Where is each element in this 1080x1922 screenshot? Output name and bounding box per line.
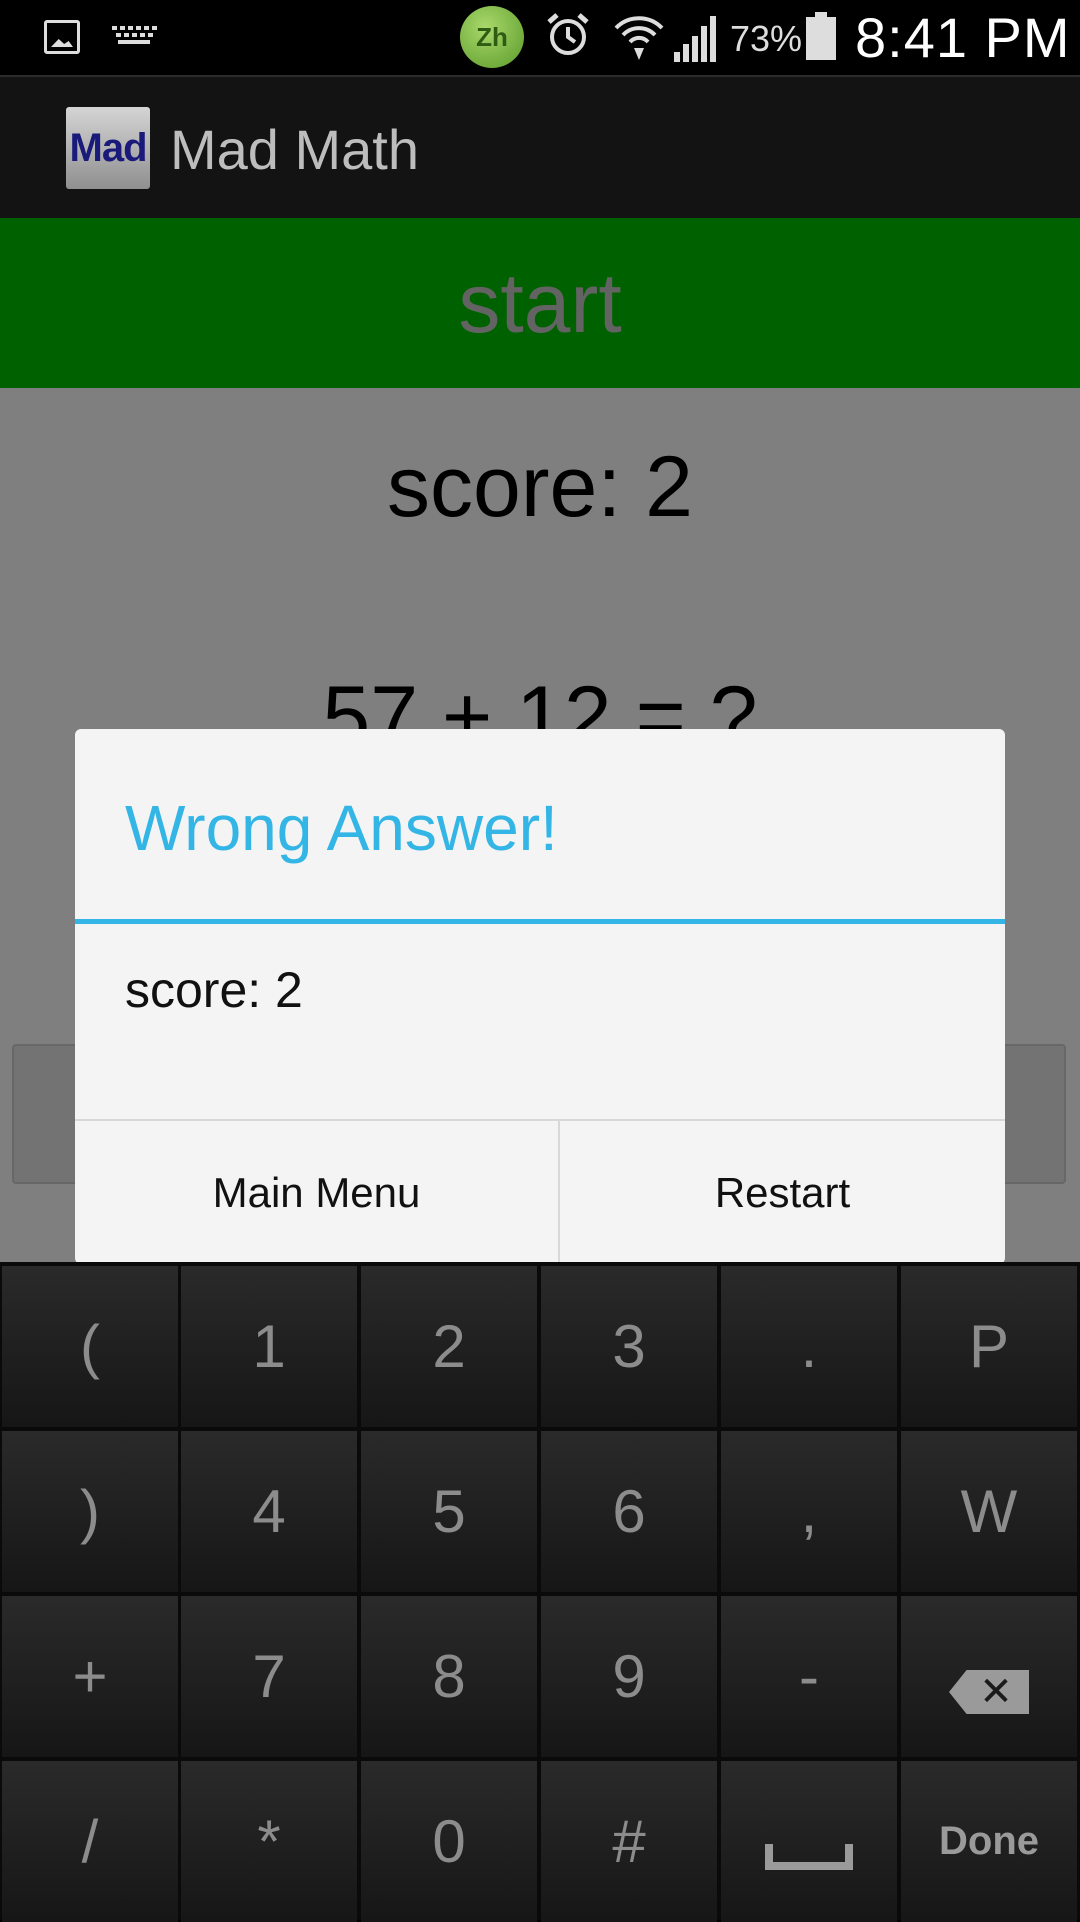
key-p[interactable]: P — [901, 1266, 1077, 1427]
key-close-paren[interactable]: ) — [2, 1431, 178, 1592]
numeric-keyboard: ( 1 2 3 . P ) 4 5 6 , W + 7 8 9 - ✕ / * … — [0, 1262, 1080, 1922]
dialog-divider — [75, 919, 1005, 924]
clock: 8:41 PM — [855, 6, 1071, 69]
dialog-message: score: 2 — [125, 962, 303, 1018]
key-6[interactable]: 6 — [541, 1431, 717, 1592]
key-period[interactable]: . — [721, 1266, 897, 1427]
key-8[interactable]: 8 — [361, 1596, 537, 1757]
gallery-icon — [44, 20, 80, 54]
wifi-icon — [614, 16, 664, 60]
dialog-title: Wrong Answer! — [125, 792, 558, 864]
key-5[interactable]: 5 — [361, 1431, 537, 1592]
key-9[interactable]: 9 — [541, 1596, 717, 1757]
key-minus[interactable]: - — [721, 1596, 897, 1757]
key-2[interactable]: 2 — [361, 1266, 537, 1427]
key-7[interactable]: 7 — [181, 1596, 357, 1757]
battery-icon — [806, 12, 836, 60]
key-done[interactable]: Done — [901, 1761, 1077, 1922]
space-icon — [765, 1844, 853, 1870]
key-0[interactable]: 0 — [361, 1761, 537, 1922]
main-menu-button[interactable]: Main Menu — [75, 1121, 560, 1264]
key-w[interactable]: W — [901, 1431, 1077, 1592]
signal-icon — [674, 16, 716, 62]
backspace-icon: ✕ — [949, 1670, 1029, 1714]
wrong-answer-dialog: Wrong Answer! score: 2 Main Menu Restart — [75, 729, 1005, 1264]
key-plus[interactable]: + — [2, 1596, 178, 1757]
restart-button[interactable]: Restart — [560, 1121, 1005, 1264]
app-icon[interactable]: Mad — [66, 107, 150, 189]
input-method-icon: Zh — [460, 6, 524, 68]
status-bar: Zh 73% 8:41 PM — [0, 0, 1080, 75]
key-backspace[interactable]: ✕ — [901, 1596, 1077, 1757]
key-slash[interactable]: / — [2, 1761, 178, 1922]
key-3[interactable]: 3 — [541, 1266, 717, 1427]
key-comma[interactable]: , — [721, 1431, 897, 1592]
key-space[interactable] — [721, 1761, 897, 1922]
keyboard-icon — [112, 26, 157, 48]
key-4[interactable]: 4 — [181, 1431, 357, 1592]
key-1[interactable]: 1 — [181, 1266, 357, 1427]
key-asterisk[interactable]: * — [181, 1761, 357, 1922]
battery-percent: 73% — [730, 18, 803, 59]
alarm-icon — [547, 13, 589, 55]
action-bar: Mad Mad Math — [0, 75, 1080, 218]
app-title: Mad Math — [170, 118, 419, 181]
key-open-paren[interactable]: ( — [2, 1266, 178, 1427]
dialog-button-row: Main Menu Restart — [75, 1119, 1005, 1264]
key-hash[interactable]: # — [541, 1761, 717, 1922]
